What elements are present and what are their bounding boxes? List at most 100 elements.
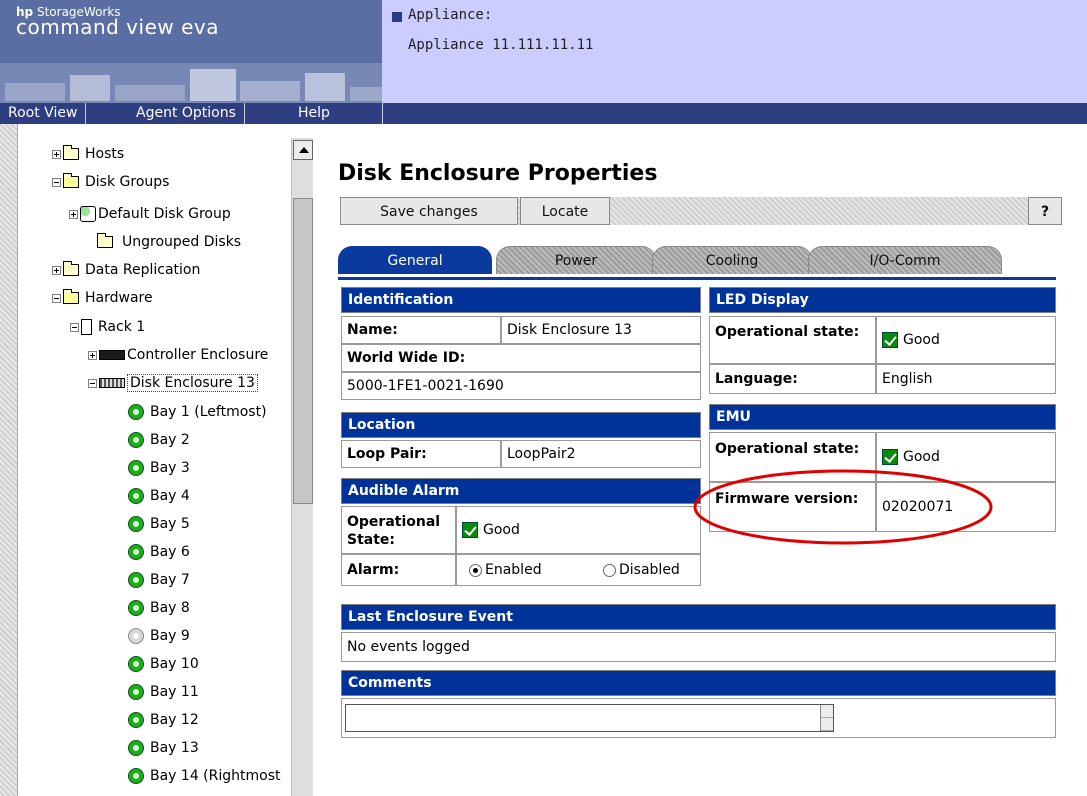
tab-cooling[interactable]: Cooling — [652, 246, 812, 274]
firmware-label: Firmware version: — [709, 482, 876, 532]
disk-drive-icon — [128, 460, 144, 476]
tree-item-bay[interactable]: Bay 9 — [128, 625, 190, 647]
name-value: Disk Enclosure 13 — [501, 316, 701, 344]
tree-scrollbar[interactable] — [291, 138, 313, 796]
tree-item-ungrouped-disks[interactable]: Ungrouped Disks — [97, 231, 241, 253]
nav-help[interactable]: Help — [290, 103, 338, 124]
tree-item-bay[interactable]: Bay 8 — [128, 597, 190, 619]
led-display-header: LED Display — [709, 287, 1056, 313]
tab-general[interactable]: General — [338, 246, 492, 274]
disk-drive-icon — [128, 712, 144, 728]
tree-item-default-disk-group[interactable]: Default Disk Group — [69, 203, 231, 225]
product-name: command view eva — [16, 15, 219, 39]
expand-icon[interactable] — [69, 209, 78, 219]
loop-pair-label: Loop Pair: — [341, 440, 501, 468]
location-header: Location — [341, 412, 701, 438]
emu-state-value: Good — [903, 449, 940, 465]
controller-enclosure-icon — [99, 350, 125, 360]
expand-icon[interactable] — [52, 265, 61, 275]
tab-bar: General Power Cooling I/O-Comm — [338, 243, 1056, 279]
tree-item-disk-enclosure-13[interactable]: Disk Enclosure 13 — [88, 372, 258, 394]
tree-item-hardware[interactable]: Hardware — [52, 287, 153, 309]
tree-item-bay[interactable]: Bay 12 — [128, 709, 199, 731]
led-state-value: Good — [903, 332, 940, 348]
tree-item-bay[interactable]: Bay 4 — [128, 485, 190, 507]
collapse-icon[interactable] — [52, 177, 61, 187]
disk-drive-icon — [128, 656, 144, 672]
folder-icon — [63, 145, 79, 160]
bullet-square-icon — [392, 12, 402, 22]
expand-icon[interactable] — [88, 350, 97, 360]
scroll-up-arrow-icon[interactable] — [293, 140, 313, 160]
folder-icon — [97, 233, 113, 248]
tree-item-bay[interactable]: Bay 14 (Rightmost — [128, 765, 281, 787]
collapse-icon[interactable] — [70, 322, 79, 332]
language-value: English — [876, 364, 1056, 394]
emu-header: EMU — [709, 404, 1056, 430]
save-changes-button[interactable]: Save changes — [340, 197, 518, 225]
tree-item-bay[interactable]: Bay 1 (Leftmost) — [128, 401, 267, 423]
disk-group-icon — [80, 206, 96, 222]
disk-enclosure-icon — [99, 378, 125, 388]
locate-button[interactable]: Locate — [520, 197, 610, 225]
nav-separator — [382, 103, 383, 124]
folder-icon — [63, 261, 79, 276]
page-title: Disk Enclosure Properties — [338, 161, 658, 186]
led-state-label: Operational state: — [709, 316, 876, 364]
status-good-icon — [462, 522, 478, 538]
audible-alarm-header: Audible Alarm — [341, 478, 701, 504]
radio-enabled[interactable] — [469, 563, 482, 577]
tree-item-hosts[interactable]: Hosts — [52, 143, 124, 165]
disk-drive-icon — [128, 600, 144, 616]
collapse-icon[interactable] — [88, 378, 97, 388]
navigation-tree: Hosts Disk Groups Default Disk Group Ung… — [0, 124, 318, 796]
alarm-disabled-option[interactable]: Disabled — [603, 555, 680, 585]
tab-io-comm[interactable]: I/O-Comm — [808, 246, 1002, 274]
tree-item-data-replication[interactable]: Data Replication — [52, 259, 200, 281]
scroll-thumb[interactable] — [293, 198, 313, 504]
emu-state-label: Operational state: — [709, 432, 876, 482]
disk-drive-icon — [128, 404, 144, 420]
status-good-icon — [882, 332, 898, 348]
tree-item-disk-groups[interactable]: Disk Groups — [52, 171, 169, 193]
tree-item-bay[interactable]: Bay 10 — [128, 653, 199, 675]
appliance-value: Appliance 11.111.11.11 — [408, 37, 594, 53]
language-label: Language: — [709, 364, 876, 394]
expand-icon[interactable] — [52, 149, 61, 159]
alarm-radio-cell: Enabled Disabled — [456, 554, 701, 586]
wwid-label: World Wide ID: — [341, 344, 701, 372]
comments-input[interactable] — [345, 704, 834, 732]
nav-root-view[interactable]: Root View — [0, 103, 87, 124]
disk-drive-icon — [128, 432, 144, 448]
tree-item-bay[interactable]: Bay 11 — [128, 681, 199, 703]
tab-power[interactable]: Power — [496, 246, 656, 274]
disk-drive-icon — [128, 516, 144, 532]
comments-scroll[interactable] — [820, 705, 833, 731]
disk-drive-icon — [128, 740, 144, 756]
emu-state-cell: Good — [876, 432, 1056, 482]
firmware-value: 02020071 — [876, 482, 1056, 532]
last-event-header: Last Enclosure Event — [341, 604, 1056, 630]
tree-item-bay[interactable]: Bay 3 — [128, 457, 190, 479]
radio-disabled[interactable] — [603, 563, 616, 577]
tree-item-bay[interactable]: Bay 13 — [128, 737, 199, 759]
comments-header: Comments — [341, 670, 1056, 696]
brand-banner: hp StorageWorks command view eva — [0, 0, 382, 103]
tree-item-rack-1[interactable]: Rack 1 — [70, 316, 145, 338]
disk-drive-icon — [128, 544, 144, 560]
tree-item-bay[interactable]: Bay 6 — [128, 541, 190, 563]
alarm-enabled-option[interactable]: Enabled — [469, 562, 542, 578]
disk-drive-icon — [128, 488, 144, 504]
collapse-icon[interactable] — [52, 293, 61, 303]
tree-item-bay[interactable]: Bay 5 — [128, 513, 190, 535]
tree-item-bay[interactable]: Bay 7 — [128, 569, 190, 591]
tab-underline — [338, 277, 1056, 280]
storage-array-graphic — [0, 63, 382, 103]
help-button[interactable]: ? — [1028, 197, 1062, 225]
tree-item-bay[interactable]: Bay 2 — [128, 429, 190, 451]
nav-agent-options[interactable]: Agent Options — [120, 103, 245, 124]
led-state-cell: Good — [876, 316, 1056, 364]
name-label: Name: — [341, 316, 501, 344]
last-event-value: No events logged — [341, 632, 1056, 662]
tree-item-controller-enclosure[interactable]: Controller Enclosure — [88, 344, 268, 366]
